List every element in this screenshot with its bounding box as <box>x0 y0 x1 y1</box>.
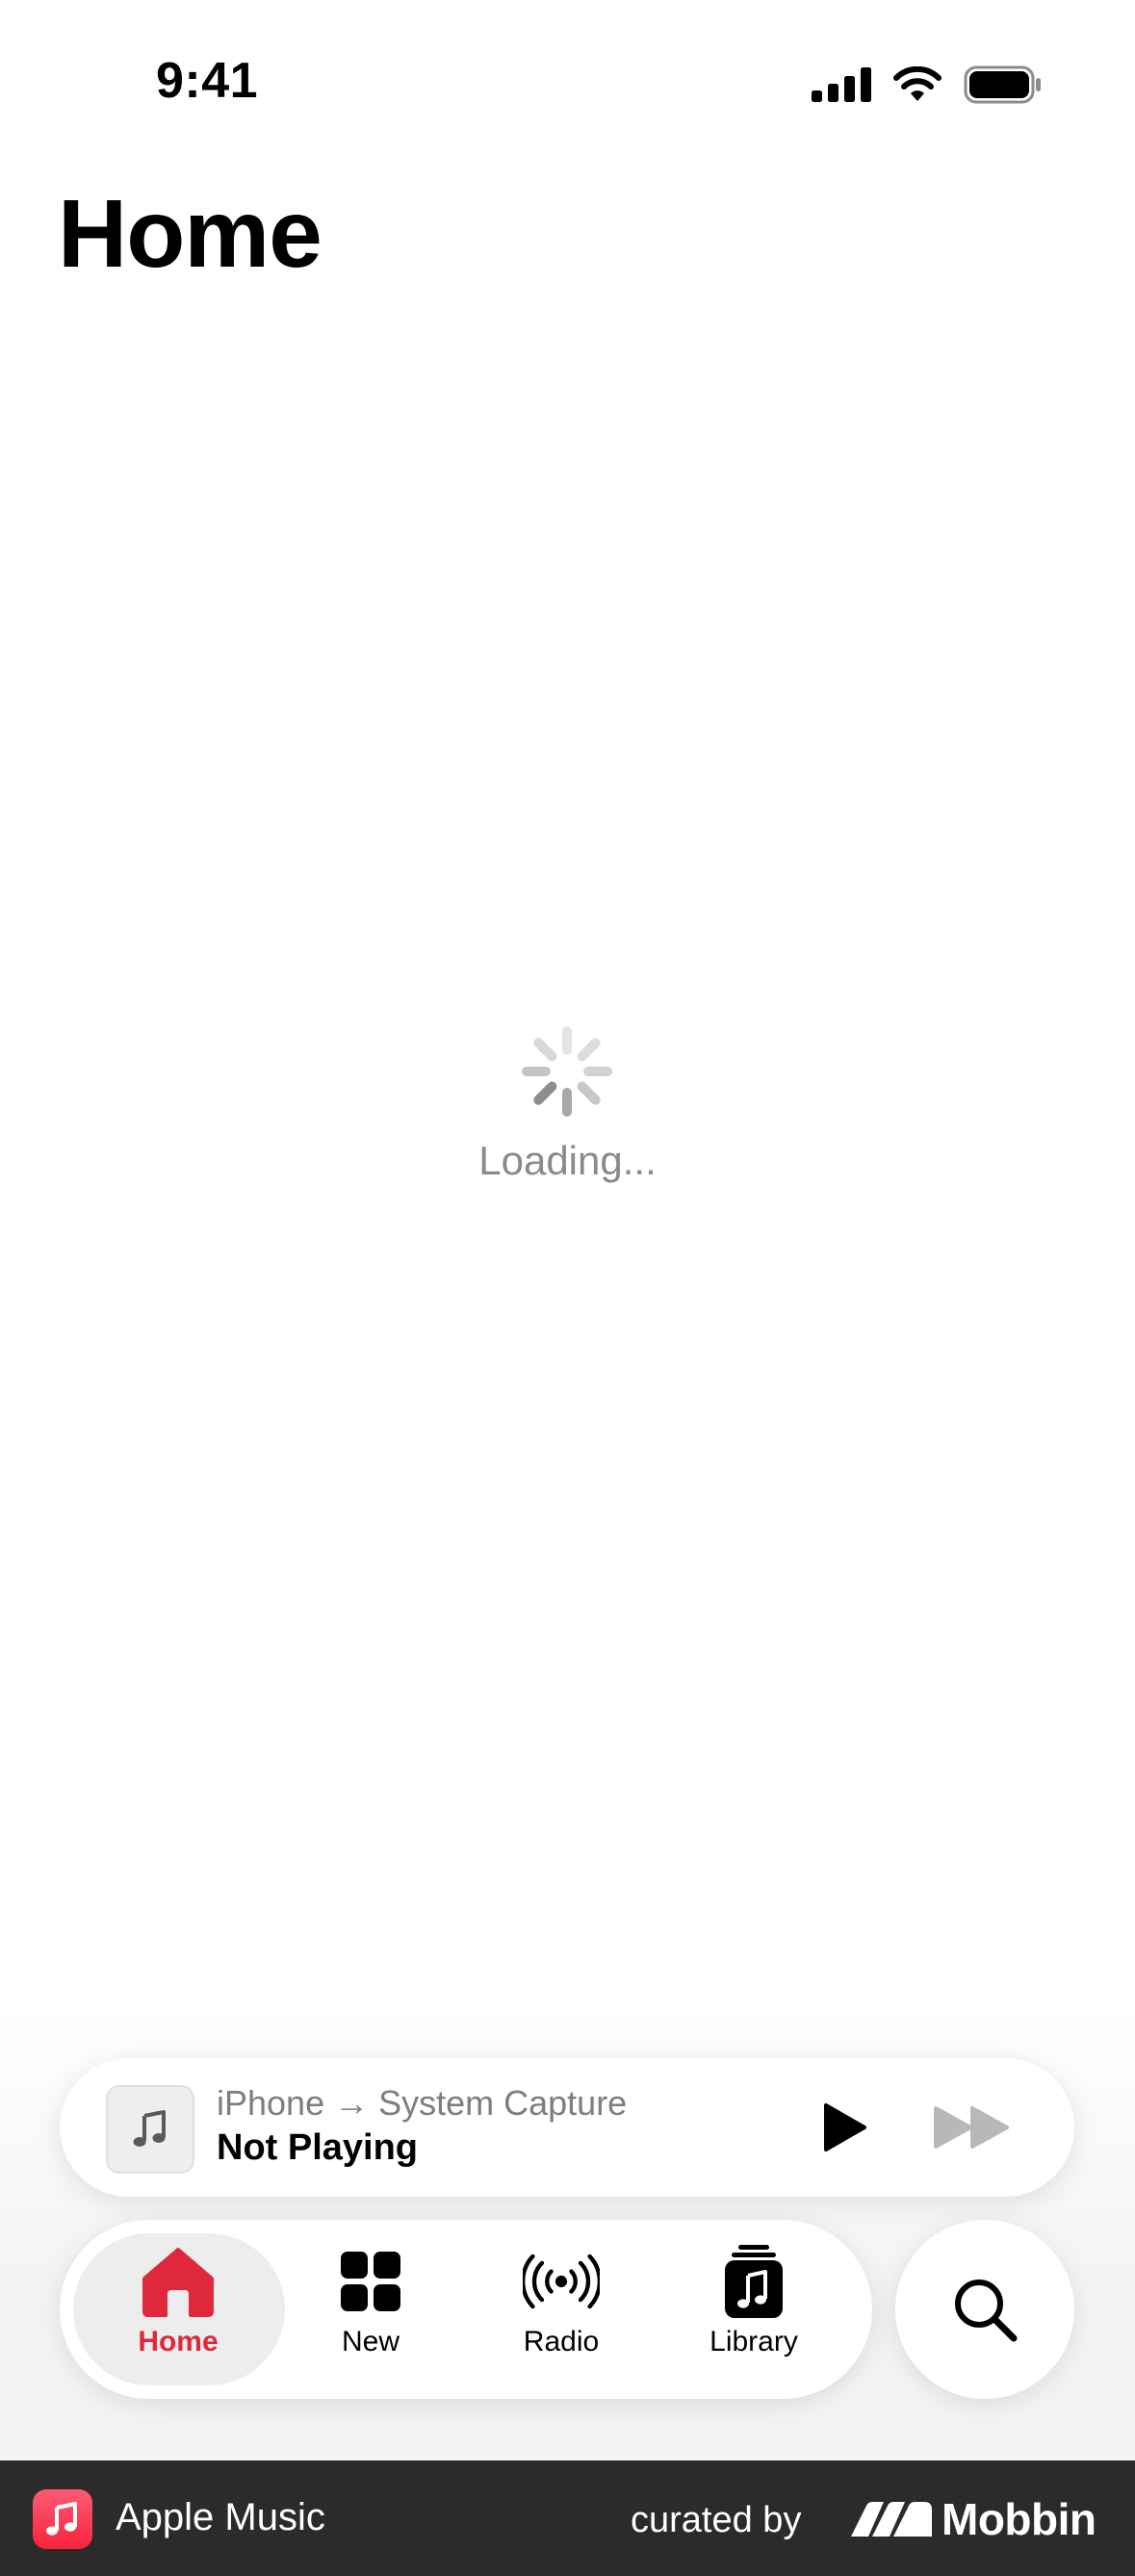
battery-icon <box>964 65 1041 104</box>
mobbin-mark-icon <box>851 2502 932 2537</box>
mini-player[interactable] <box>60 2058 1074 2197</box>
playback-route: iPhone → System Capture <box>217 2083 628 2123</box>
status-time: 9:41 <box>156 53 259 109</box>
tab-label-new: New <box>341 2326 400 2357</box>
fast-forward-icon[interactable] <box>932 2102 1013 2152</box>
search-button[interactable] <box>895 2220 1074 2399</box>
apple-music-logo <box>33 2489 92 2549</box>
brand-name: Mobbin <box>942 2494 1096 2544</box>
tab-radio[interactable]: Radio <box>465 2243 658 2387</box>
tab-home[interactable]: Home <box>82 2243 274 2387</box>
music-note-icon <box>46 2502 77 2536</box>
search-icon <box>955 2280 1018 2342</box>
mobbin-logo: Mobbin <box>851 2493 1096 2545</box>
tab-library[interactable]: Library <box>658 2243 850 2387</box>
music-note-icon <box>133 2110 166 2147</box>
status-icons <box>812 64 1043 106</box>
page-title: Home <box>58 180 322 288</box>
wifi-icon <box>893 66 942 101</box>
tab-new[interactable]: New <box>274 2243 467 2387</box>
library-icon <box>715 2243 792 2320</box>
now-playing-title: Not Playing <box>217 2127 419 2168</box>
play-icon[interactable] <box>816 2100 870 2154</box>
loading-spinner-icon <box>522 1026 612 1117</box>
curated-by-label: curated by <box>631 2500 802 2540</box>
tab-label-radio: Radio <box>523 2326 600 2357</box>
grid-icon <box>332 2243 409 2320</box>
artwork-placeholder[interactable] <box>106 2085 194 2174</box>
cellular-signal-icon <box>812 67 871 102</box>
house-icon <box>140 2243 217 2320</box>
loading-text: Loading... <box>478 1138 657 1183</box>
tab-label-library: Library <box>709 2326 798 2357</box>
radio-waves-icon <box>523 2243 600 2320</box>
app-name: Apple Music <box>116 2496 325 2538</box>
tab-label-home: Home <box>138 2326 219 2357</box>
